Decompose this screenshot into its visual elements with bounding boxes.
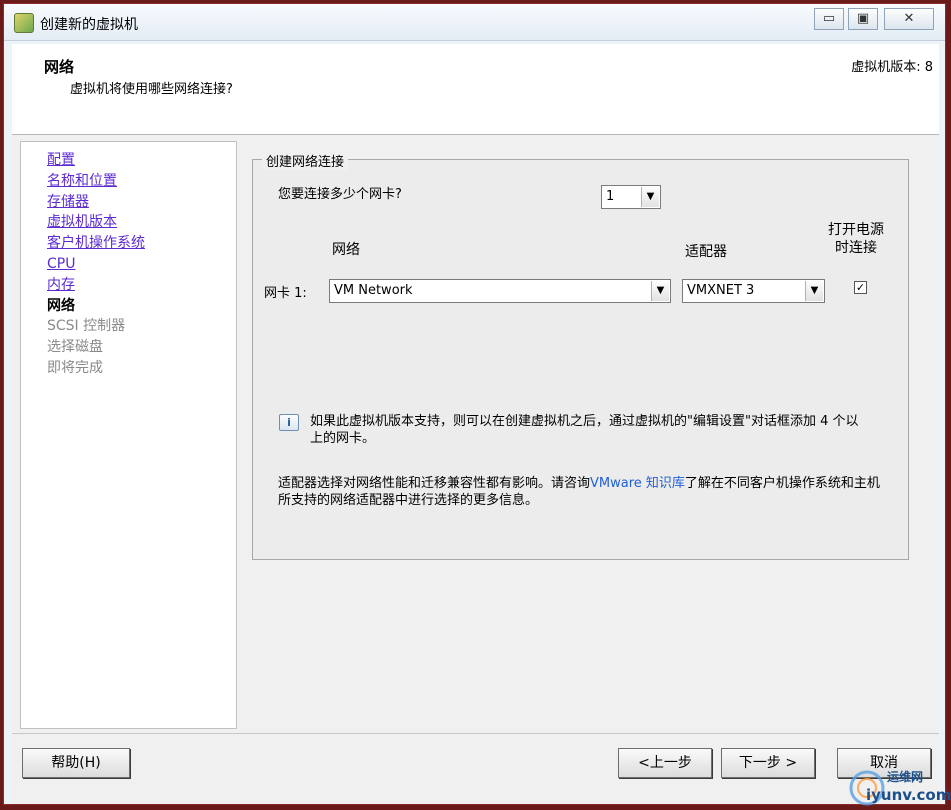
adapter-info-before: 适配器选择对网络性能和迁移兼容性都有影响。请咨询	[278, 476, 591, 491]
minimize-button[interactable]: ▭	[814, 8, 844, 30]
chevron-down-icon[interactable]: ▼	[651, 281, 669, 301]
nav-step-item[interactable]: 虚拟机版本	[47, 212, 145, 233]
help-button[interactable]: 帮助(H)	[22, 748, 130, 778]
nav-step-item: 网络	[47, 297, 75, 314]
wizard-header: 网络 虚拟机将使用哪些网络连接? 虚拟机版本: 8	[12, 44, 939, 135]
nic-count-value: 1	[606, 189, 615, 204]
nav-step-item: 选择磁盘	[47, 339, 103, 356]
network-column-header: 网络	[332, 242, 360, 258]
page-title: 网络	[44, 58, 75, 76]
chevron-down-icon[interactable]: ▼	[641, 187, 659, 207]
nic1-label: 网卡 1:	[264, 286, 307, 301]
nav-step-item[interactable]: 客户机操作系统	[47, 233, 145, 254]
nav-step-item[interactable]: CPU	[47, 254, 145, 275]
restore-button[interactable]: ▣	[848, 8, 878, 30]
close-button[interactable]: ✕	[884, 8, 934, 30]
info-icon: i	[279, 414, 299, 431]
adapter-column-header: 适配器	[685, 244, 727, 260]
adapter-info-text: 适配器选择对网络性能和迁移兼容性都有影响。请咨询VMware 知识库了解在不同客…	[278, 475, 888, 509]
vm-app-icon	[14, 13, 34, 33]
nav-step-item[interactable]: 配置	[47, 150, 145, 171]
nav-step-item: 即将完成	[47, 359, 103, 376]
chevron-down-icon[interactable]: ▼	[805, 281, 823, 301]
page-subtitle: 虚拟机将使用哪些网络连接?	[70, 82, 233, 97]
nav-step-item[interactable]: 名称和位置	[47, 171, 145, 192]
step-list: 配置 名称和位置 存储器 虚拟机版本 客户机操作系统 CPU 内存 网络 SCSI 控制器 选择磁…	[47, 150, 145, 379]
nic1-network-value: VM Network	[334, 283, 413, 298]
info-text: 如果此虚拟机版本支持，则可以在创建虚拟机之后，通过虚拟机的"编辑设置"对话框添加…	[310, 414, 859, 446]
nic1-connect-at-power-on-checkbox[interactable]: ✓	[854, 281, 867, 294]
close-icon: ✕	[903, 11, 915, 26]
title-bar[interactable]: 创建新的虚拟机 ▭ ▣ ✕	[4, 4, 945, 41]
nic1-adapter-select[interactable]: VMXNET 3 ▼	[682, 279, 825, 303]
wizard-step-nav: 配置 名称和位置 存储器 虚拟机版本 客户机操作系统 CPU 内存 网络 SCSI 控制器 选择磁…	[20, 141, 237, 729]
nav-step-item[interactable]: 存储器	[47, 192, 145, 213]
power-on-connect-header: 打开电源 时连接	[828, 221, 884, 257]
vm-version-label: 虚拟机版本: 8	[851, 60, 933, 75]
group-legend: 创建网络连接	[262, 151, 349, 170]
nic1-network-select[interactable]: VM Network ▼	[329, 279, 671, 303]
restore-icon: ▣	[856, 11, 870, 26]
nic1-adapter-value: VMXNET 3	[687, 283, 755, 298]
nic-count-select[interactable]: 1 ▼	[601, 185, 661, 209]
check-icon: ✓	[855, 281, 866, 294]
vmware-kb-link[interactable]: VMware 知识库	[590, 476, 685, 491]
watermark-text-cn: 运维网	[887, 770, 924, 784]
minimize-icon: ▭	[822, 11, 836, 26]
nav-step-item: SCSI 控制器	[47, 318, 126, 335]
power-on-header-line1: 打开电源	[828, 222, 884, 238]
window-title: 创建新的虚拟机	[40, 17, 138, 33]
wizard-content: 配置 名称和位置 存储器 虚拟机版本 客户机操作系统 CPU 内存 网络 SCSI 控制器 选择磁…	[12, 135, 939, 733]
power-on-header-line2: 时连接	[835, 240, 877, 256]
nic-count-question: 您要连接多少个网卡?	[278, 187, 402, 202]
dialog-window: 创建新的虚拟机 ▭ ▣ ✕ 网络 虚拟机将使用哪些网络连接? 虚拟机版本: 8 …	[3, 3, 946, 805]
nav-step-item[interactable]: 内存	[47, 275, 145, 296]
back-button[interactable]: <上一步	[618, 748, 712, 778]
next-button[interactable]: 下一步 >	[721, 748, 815, 778]
wizard-footer: 帮助(H) <上一步 下一步 > 取消	[12, 733, 939, 804]
watermark-text-url: iyunv.com	[866, 786, 951, 804]
